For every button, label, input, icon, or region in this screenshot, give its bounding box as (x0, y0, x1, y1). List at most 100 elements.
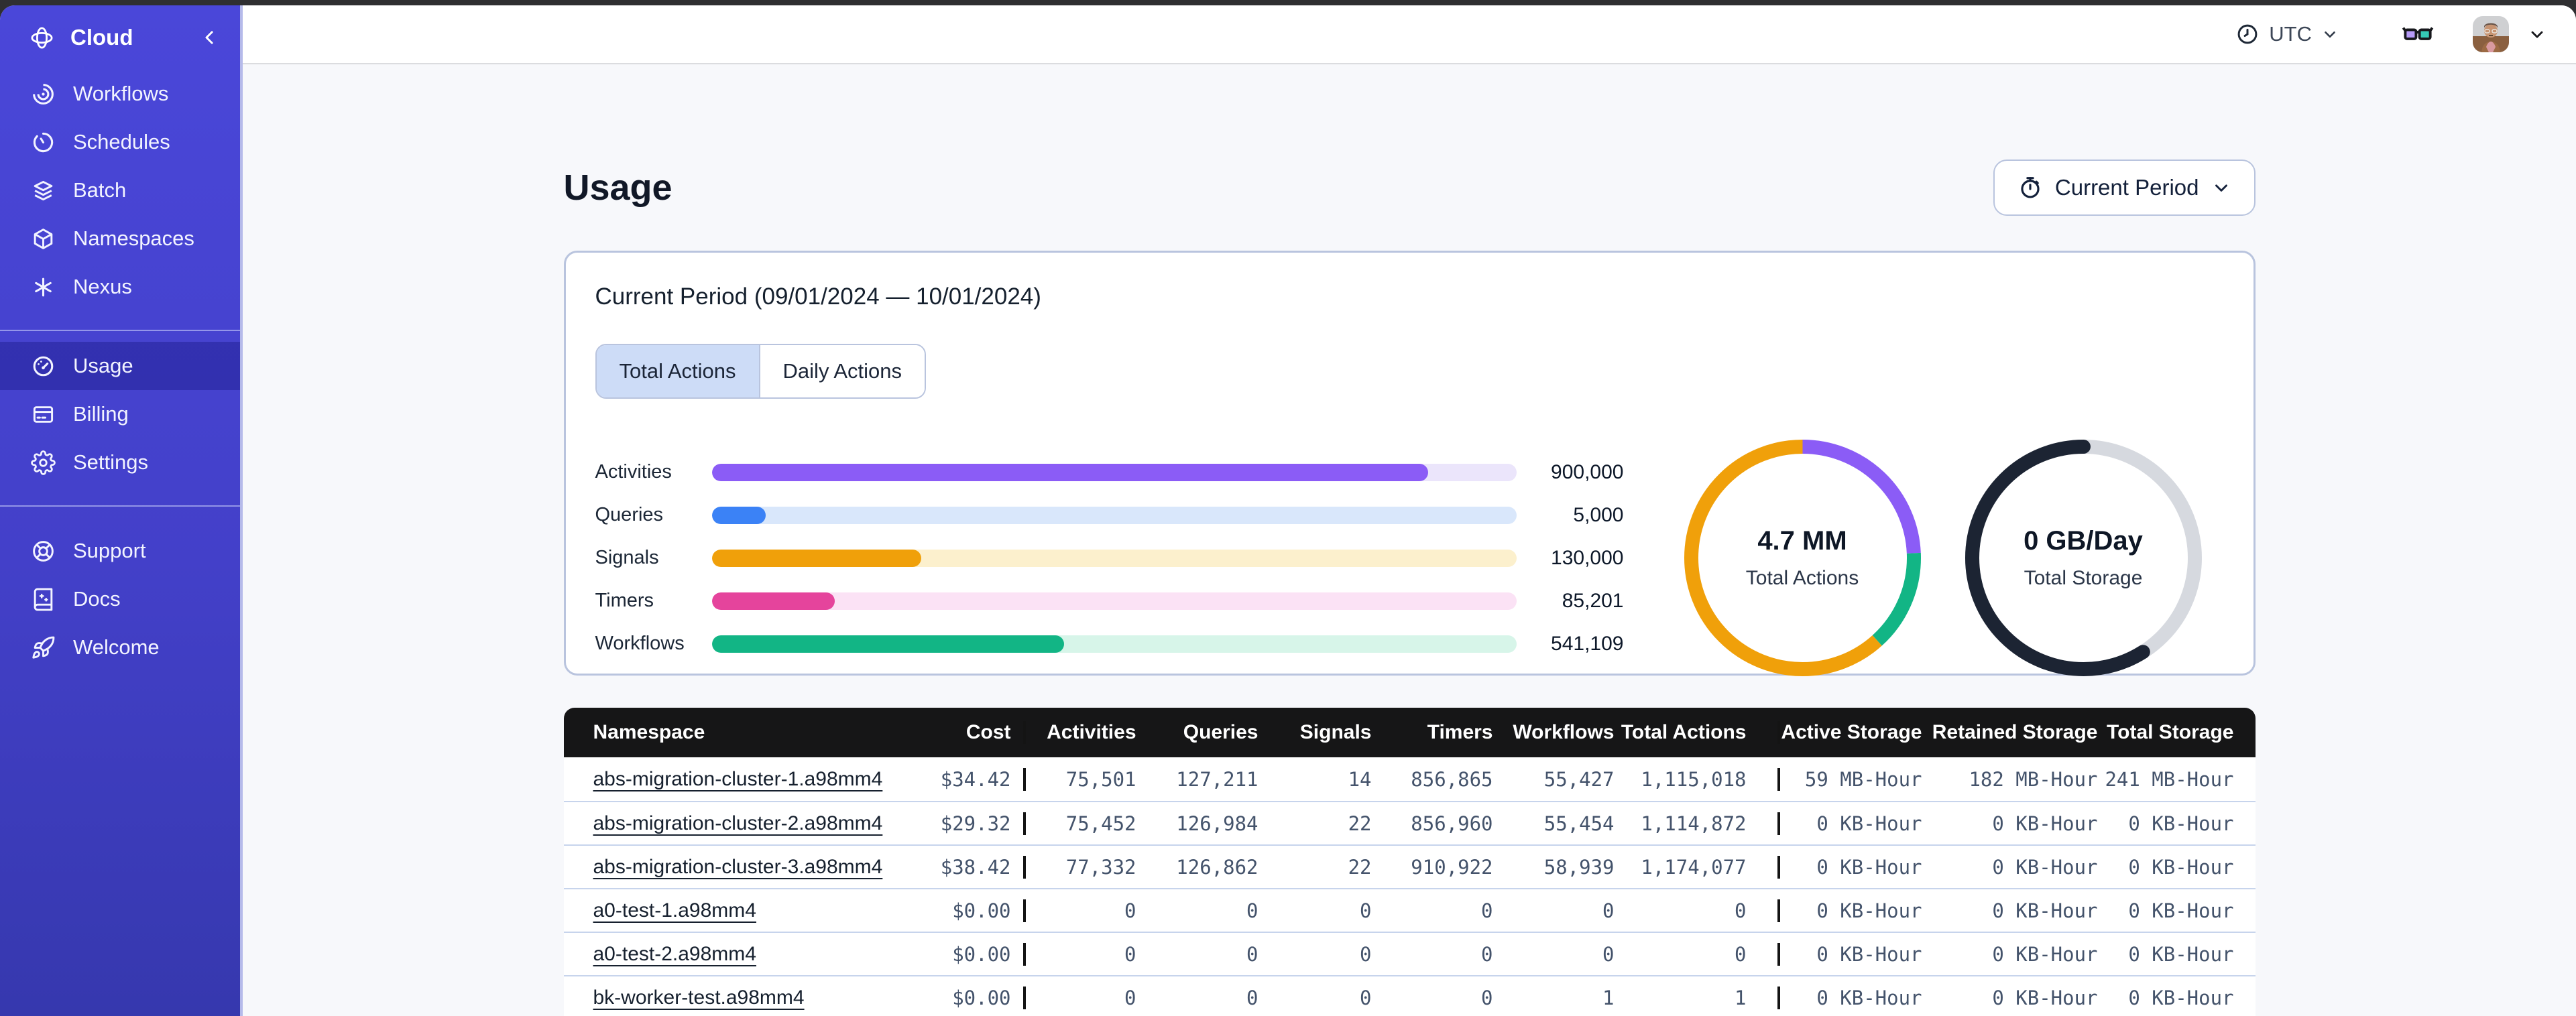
table-cell: 0 KB-Hour (1992, 899, 2098, 922)
table-cell: 241 MB-Hour (2105, 767, 2234, 791)
sidebar-item-label: Schedules (73, 130, 170, 153)
settings-gear-icon (31, 450, 56, 475)
page-header: Usage Current Period (564, 160, 2256, 216)
user-menu[interactable] (2473, 16, 2546, 52)
namespace-cell: abs-migration-cluster-3.a98mm4 (564, 856, 886, 879)
bar-track (711, 592, 1517, 610)
namespace-usage-table: Namespace Cost Activities Queries Signals Tim… (563, 708, 2256, 1016)
stopwatch-icon (2021, 177, 2040, 198)
chevron-down-icon (2215, 184, 2227, 192)
table-cell: 856,865 (1411, 767, 1493, 791)
sidebar-group-platform: Workflows Schedules Batch Namespaces Nex… (0, 70, 240, 311)
sidebar-item-usage[interactable]: Usage (0, 342, 240, 390)
bar-fill (711, 635, 1065, 653)
namespace-cell: a0-test-2.a98mm4 (564, 943, 886, 966)
sidebar-item-namespaces[interactable]: Namespaces (0, 214, 240, 263)
table-cell: $38.42 (940, 855, 1011, 879)
table-cell: $0.00 (952, 986, 1011, 1009)
usage-summary-card: Current Period (09/01/2024 — 10/01/2024)… (563, 251, 2256, 676)
namespace-link[interactable]: abs-migration-cluster-3.a98mm4 (593, 856, 883, 878)
table-cell: $29.32 (940, 812, 1011, 835)
namespaces-cube-icon (34, 228, 53, 249)
table-cell: 0 KB-Hour (1992, 986, 2098, 1009)
sidebar-item-support[interactable]: Support (0, 527, 240, 575)
sidebar-brand[interactable]: Cloud (0, 5, 240, 70)
sidebar-item-settings[interactable]: Settings (0, 438, 240, 487)
table-cell: 55,454 (1543, 812, 1615, 835)
tab-total-actions[interactable]: Total Actions (596, 345, 759, 397)
table-header-cell: Timers (1427, 721, 1493, 743)
sidebar-item-label: Docs (73, 587, 121, 611)
usage-bar-row: Workflows 541,109 (595, 632, 1624, 655)
bar-label: Timers (595, 590, 654, 611)
table-cell: 0 (1246, 942, 1258, 966)
sidebar-collapse-button[interactable] (200, 27, 220, 48)
namespace-link[interactable]: abs-migration-cluster-2.a98mm4 (593, 812, 883, 834)
table-cell: 22 (1348, 812, 1372, 835)
table-cell: 0 (1360, 942, 1372, 966)
table-header-cell: Activities (1022, 721, 1136, 744)
bar-track (711, 463, 1517, 481)
table-cell: 1 (1602, 986, 1615, 1009)
table-cell: 182 MB-Hour (1969, 767, 2098, 791)
timezone-selector[interactable]: UTC (2235, 22, 2339, 46)
table-row: bk-worker-test.a98mm4 $0.00 0 0 0 0 1 1 0 KB-Hou… (563, 975, 2256, 1016)
main-column: UTC Usage Current Period Current Period … (243, 5, 2576, 1016)
total-actions-value: 4.7 MM (1757, 526, 1847, 556)
bar-track (711, 635, 1517, 653)
table-cell: 126,984 (1176, 812, 1258, 835)
glasses-icon (2402, 27, 2434, 40)
docs-book-icon (34, 588, 53, 611)
namespace-link[interactable]: a0-test-2.a98mm4 (593, 943, 756, 965)
table-cell: 0 (1602, 899, 1615, 922)
sidebar-item-nexus[interactable]: Nexus (0, 263, 240, 311)
donut-chart: 4.7 MM Total Actions (1681, 436, 1924, 680)
table-cell: 1,174,077 (1641, 855, 1747, 879)
bar-value: 900,000 (1551, 460, 1624, 483)
sidebar-item-docs[interactable]: Docs (0, 575, 240, 623)
table-header-cell: Total Storage (2107, 721, 2234, 743)
table-row: abs-migration-cluster-1.a98mm4 $34.42 75,5… (563, 757, 2256, 801)
table-cell: 0 (1360, 986, 1372, 1009)
period-selector-button[interactable]: Current Period (1993, 160, 2256, 216)
actions-tab-group: Total Actions Daily Actions (595, 344, 927, 399)
bar-value: 541,109 (1551, 632, 1624, 655)
table-cell: 0 (1022, 899, 1136, 922)
tab-daily-actions[interactable]: Daily Actions (758, 345, 925, 397)
content-area: Usage Current Period Current Period (09/… (243, 64, 2576, 1016)
table-cell: 0 KB-Hour (2128, 899, 2234, 922)
usage-bars: Activities 900,000 Queries 5,000 Signals 130,… (595, 460, 1624, 655)
sidebar-item-label: Billing (73, 402, 129, 426)
chevron-down-icon (2531, 31, 2543, 38)
total-actions-label: Total Actions (1745, 567, 1859, 589)
table-cell: 0 (1602, 942, 1615, 966)
table-cell: 0 (1246, 899, 1258, 922)
namespace-link[interactable]: abs-migration-cluster-1.a98mm4 (593, 768, 883, 790)
sidebar-item-workflows[interactable]: Workflows (0, 70, 240, 118)
bar-fill (711, 506, 766, 524)
usage-table-header: Namespace Cost Activities Queries Signals Tim… (563, 708, 2256, 757)
table-cell: 0 (1360, 899, 1372, 922)
table-cell: 77,332 (1022, 855, 1136, 879)
sidebar-item-welcome[interactable]: Welcome (0, 623, 240, 672)
namespace-cell: abs-migration-cluster-2.a98mm4 (564, 812, 886, 835)
table-row: a0-test-2.a98mm4 $0.00 0 0 0 0 0 0 0 KB-Hour 0 KB… (563, 932, 2256, 975)
bar-label: Activities (595, 461, 672, 483)
sidebar-item-batch[interactable]: Batch (0, 166, 240, 214)
chevron-down-icon (2325, 31, 2335, 38)
donut-center: 4.7 MM Total Actions (1681, 436, 1924, 680)
namespace-link[interactable]: bk-worker-test.a98mm4 (593, 987, 805, 1009)
table-cell: 0 KB-Hour (2128, 855, 2234, 879)
welcome-rocket-icon (32, 636, 55, 659)
table-cell: 0 (1481, 986, 1493, 1009)
table-cell: 0 KB-Hour (2128, 986, 2234, 1009)
sidebar-item-billing[interactable]: Billing (0, 390, 240, 438)
table-cell: $0.00 (952, 899, 1011, 922)
table-header-cell: Active Storage (1777, 721, 1922, 744)
sidebar-item-schedules[interactable]: Schedules (0, 118, 240, 166)
usage-charts: Activities 900,000 Queries 5,000 Signals 130,… (595, 436, 2224, 680)
bar-label: Workflows (595, 633, 685, 654)
table-cell: 0 KB-Hour (1777, 855, 1922, 879)
namespace-link[interactable]: a0-test-1.a98mm4 (593, 899, 756, 922)
dev-mode-toggle[interactable] (2400, 17, 2435, 52)
